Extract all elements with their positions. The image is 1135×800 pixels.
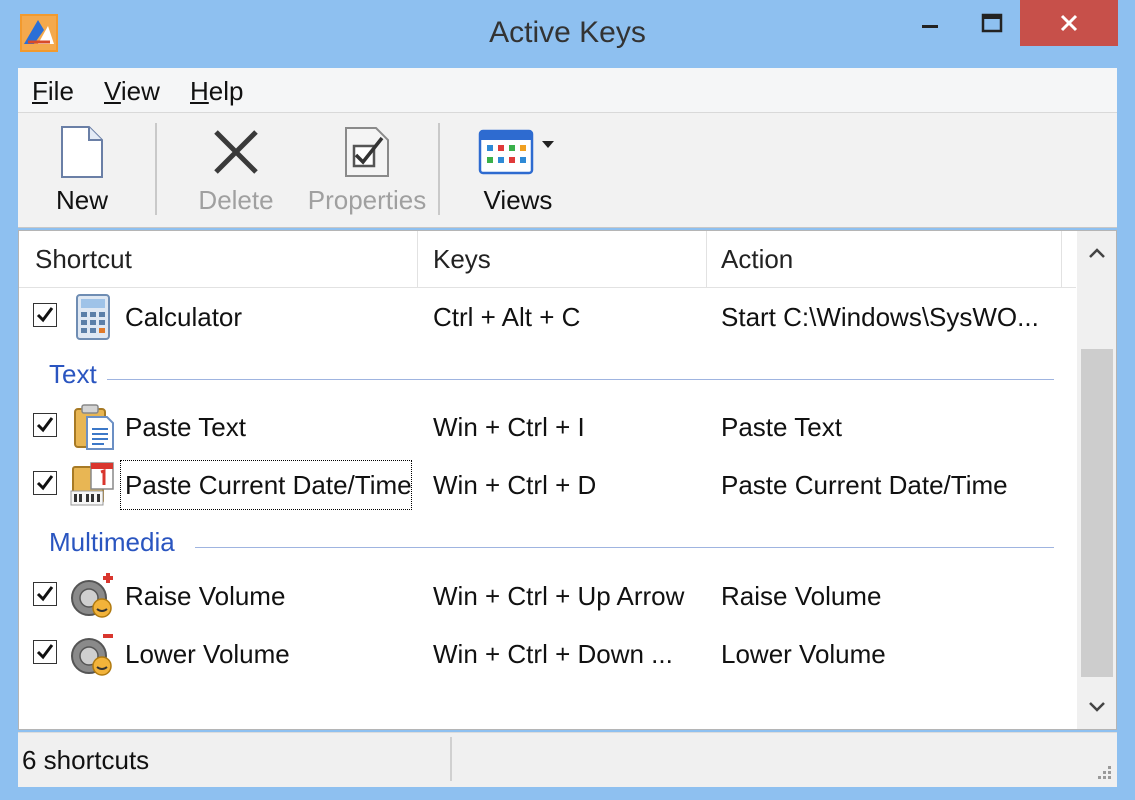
chevron-down-icon (1089, 702, 1105, 712)
column-header-shortcut[interactable]: Shortcut (19, 231, 417, 287)
table-row[interactable]: Calculator Ctrl + Alt + C Start C:\Windo… (19, 289, 1076, 345)
shortcut-keys: Ctrl + Alt + C (433, 302, 581, 332)
toolbar-separator (438, 123, 440, 215)
menu-bar: File View Help (18, 68, 1117, 113)
menu-help[interactable]: Help (190, 76, 243, 107)
group-header-text[interactable]: Text (19, 355, 1076, 395)
minimize-icon (922, 25, 938, 28)
group-label: Text (49, 359, 97, 389)
raise-volume-icon (71, 573, 113, 618)
calculator-icon (76, 294, 110, 340)
row-checkbox[interactable] (33, 640, 57, 664)
paste-text-icon (74, 404, 114, 450)
group-divider (107, 379, 1054, 380)
scroll-down-button[interactable] (1077, 685, 1116, 729)
list-header: Shortcut Keys Action (19, 231, 1076, 288)
table-row[interactable]: Paste Text Win + Ctrl + I Paste Text (19, 399, 1076, 455)
check-icon (36, 644, 54, 660)
shortcut-name: Paste Current Date/Time (120, 460, 412, 510)
minimize-button[interactable] (900, 0, 960, 46)
menu-help-accel: H (190, 76, 209, 106)
close-button[interactable] (1020, 0, 1118, 46)
check-icon (36, 307, 54, 323)
shortcut-keys: Win + Ctrl + D (433, 470, 597, 500)
resize-grip-icon[interactable] (1091, 761, 1113, 783)
column-header-action[interactable]: Action (705, 231, 1061, 287)
shortcut-name: Calculator (125, 302, 243, 332)
row-checkbox[interactable] (33, 582, 57, 606)
vertical-scrollbar[interactable] (1077, 231, 1116, 729)
menu-file-label: ile (47, 76, 74, 106)
shortcut-action: Paste Text (721, 412, 842, 442)
delete-button[interactable]: Delete (186, 113, 286, 227)
menu-view-label: iew (120, 76, 160, 106)
chevron-up-icon (1089, 248, 1105, 258)
maximize-icon (981, 13, 1003, 33)
shortcut-action: Start C:\Windows\SysWO... (721, 302, 1039, 332)
new-button[interactable]: New (34, 113, 130, 227)
new-document-icon (61, 126, 103, 178)
check-icon (36, 417, 54, 433)
table-row[interactable]: Lower Volume Win + Ctrl + Down ... Lower… (19, 626, 1076, 682)
title-bar[interactable]: Active Keys (0, 0, 1135, 66)
check-icon (36, 475, 54, 491)
new-button-label: New (55, 185, 108, 215)
properties-button-label: Properties (307, 185, 427, 215)
row-checkbox[interactable] (33, 471, 57, 495)
shortcut-list[interactable]: Shortcut Keys Action Calculator Ctrl + A… (18, 230, 1117, 730)
group-divider (195, 547, 1054, 548)
maximize-button[interactable] (962, 0, 1022, 46)
menu-help-label: elp (208, 76, 244, 106)
group-header-multimedia[interactable]: Multimedia (19, 523, 1076, 563)
shortcut-name: Raise Volume (125, 581, 286, 611)
toolbar: New Delete Properties Views (18, 113, 1117, 228)
shortcut-count: 6 shortcuts (22, 745, 150, 775)
shortcut-name: Paste Text (125, 412, 246, 442)
shortcut-name: Lower Volume (125, 639, 290, 669)
app-window: Active Keys File View Help New Delete Pr… (0, 0, 1135, 800)
column-divider[interactable] (1061, 231, 1062, 287)
lower-volume-icon (71, 634, 113, 676)
row-checkbox[interactable] (33, 303, 57, 327)
shortcut-keys: Win + Ctrl + I (433, 412, 585, 442)
table-row[interactable]: Paste Current Date/Time Win + Ctrl + D P… (19, 457, 1076, 513)
shortcut-action: Raise Volume (721, 581, 882, 611)
views-button[interactable]: Views (470, 113, 566, 227)
menu-file-accel: F (32, 76, 48, 106)
close-icon (1060, 14, 1078, 32)
delete-x-icon (214, 130, 258, 174)
calendar-clock-icon (70, 462, 114, 506)
table-row[interactable]: Raise Volume Win + Ctrl + Up Arrow Raise… (19, 568, 1076, 624)
shortcut-action: Paste Current Date/Time (721, 470, 1008, 500)
status-divider (450, 737, 452, 781)
group-label: Multimedia (49, 527, 175, 557)
row-checkbox[interactable] (33, 413, 57, 437)
scroll-thumb[interactable] (1081, 349, 1113, 677)
scroll-up-button[interactable] (1077, 231, 1116, 275)
menu-file[interactable]: File (32, 76, 74, 107)
menu-view[interactable]: View (104, 76, 160, 107)
shortcut-keys: Win + Ctrl + Down ... (433, 639, 673, 669)
menu-view-accel: V (104, 76, 121, 106)
views-grid-icon (478, 129, 554, 175)
column-header-keys[interactable]: Keys (417, 231, 705, 287)
toolbar-separator (155, 123, 157, 215)
delete-button-label: Delete (198, 185, 274, 215)
shortcut-keys: Win + Ctrl + Up Arrow (433, 581, 685, 611)
properties-checklist-icon (345, 127, 389, 177)
status-bar: 6 shortcuts (18, 732, 1117, 787)
properties-button[interactable]: Properties (306, 113, 428, 227)
views-button-label: Views (483, 185, 553, 215)
check-icon (36, 586, 54, 602)
shortcut-action: Lower Volume (721, 639, 886, 669)
